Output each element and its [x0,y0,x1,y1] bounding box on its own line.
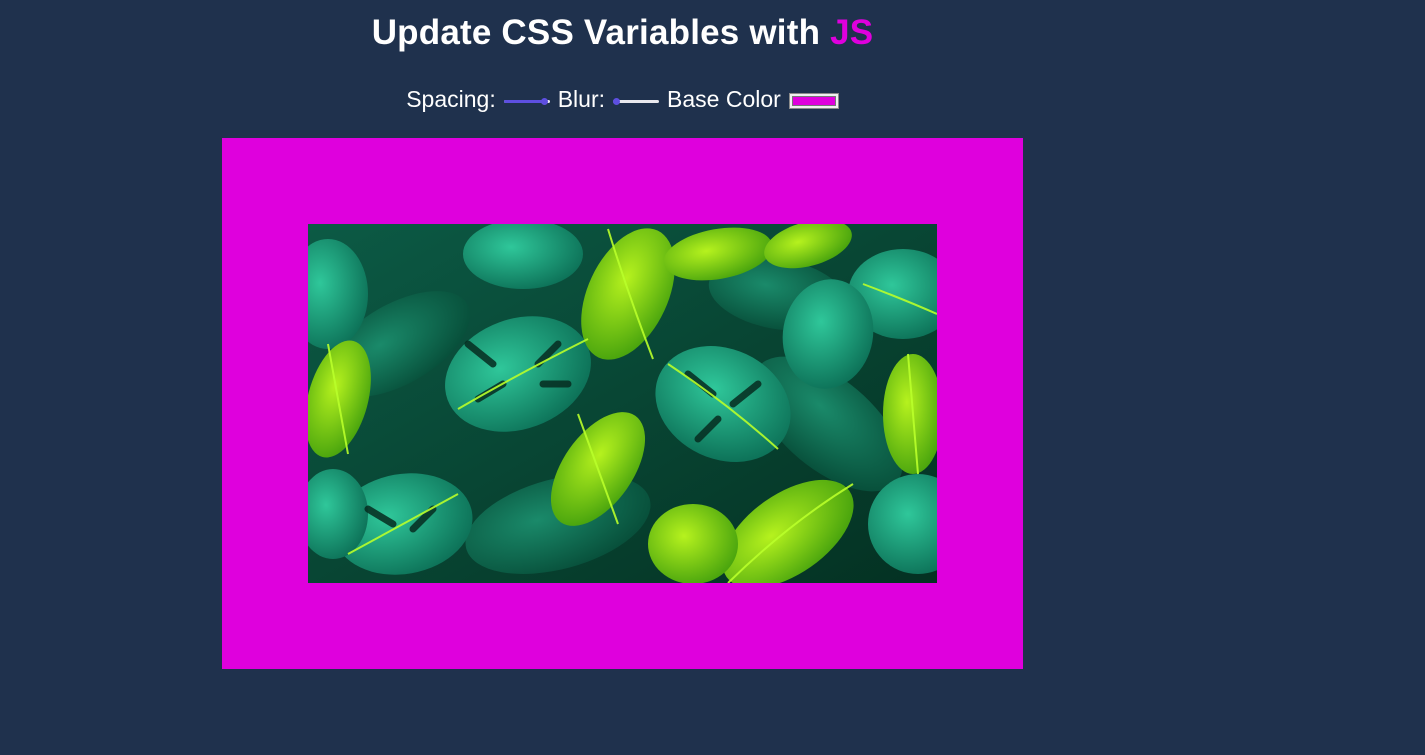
controls-bar: Spacing: Blur: Base Color [222,84,1023,114]
leaves-image [308,224,937,583]
blur-slider-track [613,100,660,103]
blur-slider[interactable] [612,95,660,107]
spacing-slider-fill [503,100,546,103]
page-title: Update CSS Variables with JS [222,10,1023,56]
page: Update CSS Variables with JS Spacing: Bl… [0,0,1425,755]
blur-slider-thumb[interactable] [612,98,620,105]
base-color-picker[interactable] [788,93,839,109]
page-title-highlight: JS [830,13,874,52]
base-color-label: Base Color [667,86,781,112]
spacing-slider[interactable] [503,95,550,107]
page-title-text: Update CSS Variables with [371,13,831,52]
spacing-label: Spacing: [406,86,496,112]
spacing-slider-thumb[interactable] [541,98,549,105]
blur-label: Blur: [557,86,606,112]
base-color-swatch [791,96,836,106]
image-frame [222,138,1023,669]
